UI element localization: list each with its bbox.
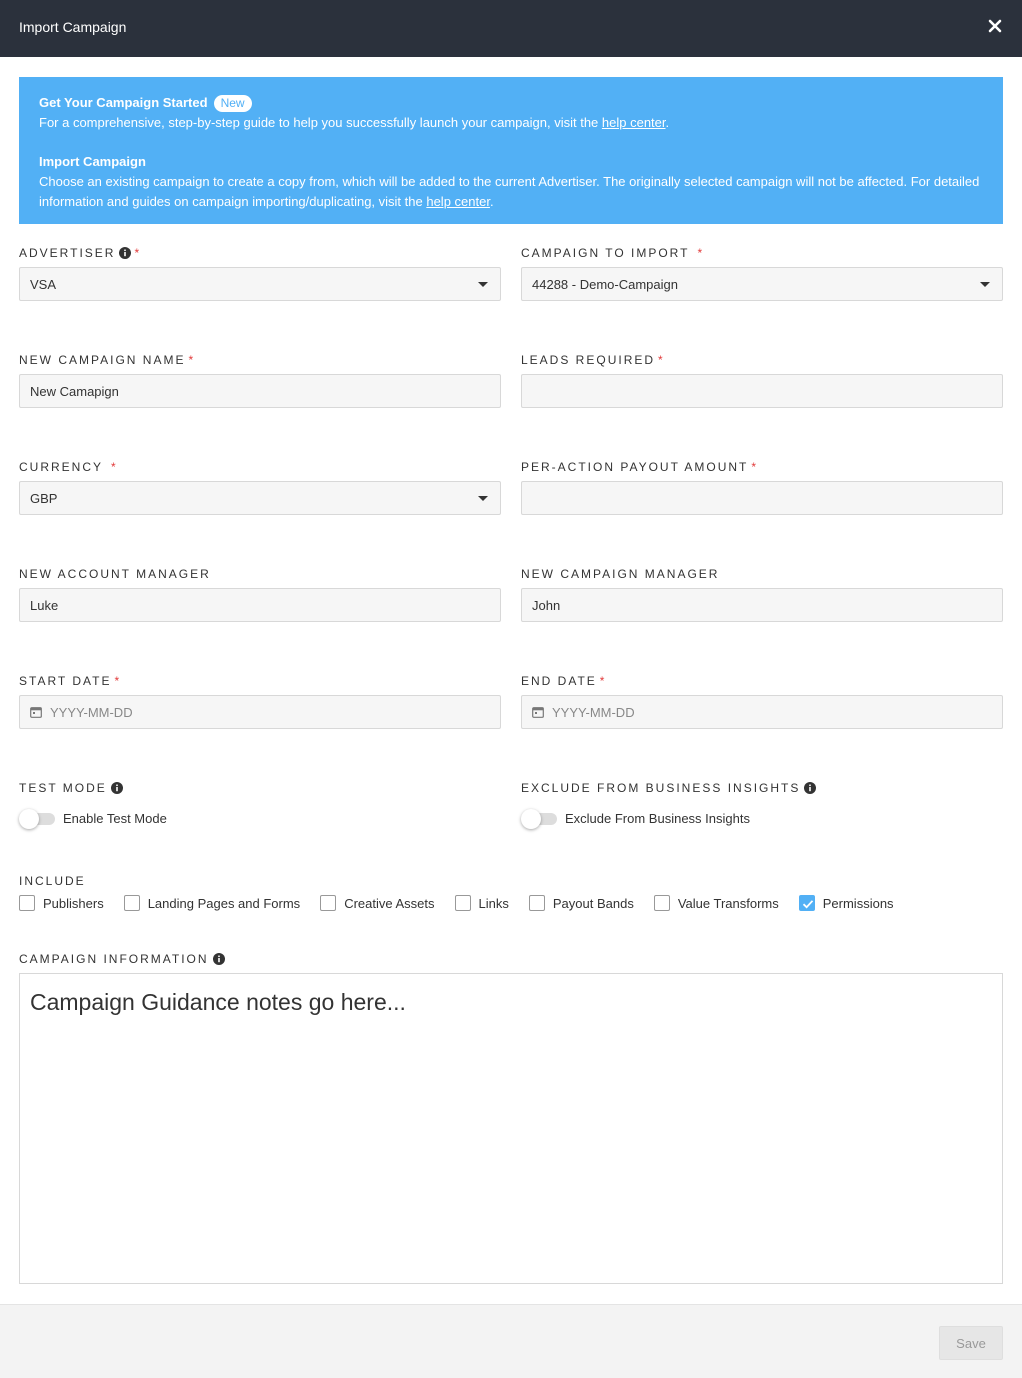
required-mark: * <box>658 353 663 367</box>
checkbox-box[interactable] <box>454 895 471 911</box>
calendar-icon <box>30 706 42 718</box>
banner-text-started: For a comprehensive, step-by-step guide … <box>39 115 670 130</box>
include-permissions-checkbox[interactable]: Permissions <box>798 895 894 911</box>
calendar-icon <box>532 706 544 718</box>
chevron-down-icon <box>478 496 488 501</box>
include-value-transforms-checkbox[interactable]: Value Transforms <box>653 895 779 911</box>
account-manager-input[interactable]: Luke <box>19 588 501 622</box>
exclude-insights-label: EXCLUDE FROM BUSINESS INSIGHTS <box>521 781 817 795</box>
leads-required-input[interactable] <box>521 374 1003 408</box>
new-campaign-name-input[interactable]: New Camapign <box>19 374 501 408</box>
required-mark: * <box>114 674 120 688</box>
account-manager-label: NEW ACCOUNT MANAGER <box>19 567 211 581</box>
new-campaign-name-label: NEW CAMPAIGN NAME * <box>19 353 194 367</box>
checkbox-box[interactable] <box>653 895 670 911</box>
advertiser-select[interactable]: VSA <box>19 267 501 301</box>
test-mode-toggle[interactable] <box>19 809 55 829</box>
save-button[interactable]: Save <box>939 1326 1003 1360</box>
start-date-label: START DATE * <box>19 674 120 688</box>
test-mode-label: TEST MODE <box>19 781 123 795</box>
banner-heading-import: Import Campaign <box>39 154 146 169</box>
exclude-insights-toggle[interactable] <box>521 809 557 829</box>
close-icon[interactable] <box>986 17 1004 35</box>
required-mark: * <box>134 246 140 260</box>
checkbox-box[interactable] <box>320 895 337 911</box>
include-publishers-checkbox[interactable]: Publishers <box>19 895 104 911</box>
include-landing-pages-checkbox[interactable]: Landing Pages and Forms <box>123 895 300 911</box>
new-badge: New <box>213 94 252 112</box>
info-icon[interactable] <box>119 247 132 259</box>
campaign-to-import-label: CAMPAIGN TO IMPORT * <box>521 246 703 260</box>
modal-footer: Save <box>0 1304 1022 1378</box>
checkbox-box[interactable] <box>528 895 545 911</box>
campaign-manager-label: NEW CAMPAIGN MANAGER <box>521 567 720 581</box>
exclude-insights-toggle-label: Exclude From Business Insights <box>565 811 750 826</box>
checkmark-icon <box>802 900 813 909</box>
banner-heading-started: Get Your Campaign Started New <box>39 93 983 113</box>
required-mark: * <box>188 353 194 367</box>
campaign-to-import-select[interactable]: 44288 - Demo-Campaign <box>521 267 1003 301</box>
required-mark: * <box>751 460 757 474</box>
currency-label: CURRENCY * <box>19 460 116 474</box>
include-creative-assets-checkbox[interactable]: Creative Assets <box>320 895 435 911</box>
chevron-down-icon <box>980 282 990 287</box>
currency-select[interactable]: GBP <box>19 481 501 515</box>
info-banner: Get Your Campaign Started New For a comp… <box>19 77 1003 224</box>
required-mark: * <box>697 246 703 260</box>
end-date-input[interactable]: YYYY-MM-DD <box>521 695 1003 729</box>
checkbox-box[interactable] <box>19 895 35 911</box>
required-mark: * <box>599 674 605 688</box>
help-center-link[interactable]: help center <box>602 115 666 130</box>
banner-text-import: Choose an existing campaign to create a … <box>39 174 980 209</box>
include-payout-bands-checkbox[interactable]: Payout Bands <box>528 895 634 911</box>
campaign-info-editor[interactable]: Campaign Guidance notes go here... <box>19 973 1003 1284</box>
campaign-manager-input[interactable]: John <box>521 588 1003 622</box>
info-icon[interactable] <box>804 782 817 794</box>
advertiser-label: ADVERTISER * <box>19 246 140 260</box>
checkbox-box[interactable] <box>798 895 815 911</box>
info-icon[interactable] <box>110 782 123 794</box>
info-icon[interactable] <box>212 953 225 965</box>
chevron-down-icon <box>478 282 488 287</box>
campaign-info-label: CAMPAIGN INFORMATION <box>19 952 225 966</box>
include-label: INCLUDE <box>19 874 86 888</box>
checkbox-box[interactable] <box>123 895 140 911</box>
start-date-input[interactable]: YYYY-MM-DD <box>19 695 501 729</box>
help-center-link[interactable]: help center <box>426 194 490 209</box>
end-date-label: END DATE * <box>521 674 605 688</box>
payout-amount-label: PER-ACTION PAYOUT AMOUNT * <box>521 460 757 474</box>
modal-title: Import Campaign <box>19 19 127 35</box>
leads-required-label: LEADS REQUIRED * <box>521 353 663 367</box>
include-checkbox-group: Publishers Landing Pages and Forms Creat… <box>19 895 914 911</box>
test-mode-toggle-label: Enable Test Mode <box>63 811 167 826</box>
include-links-checkbox[interactable]: Links <box>454 895 509 911</box>
payout-amount-input[interactable] <box>521 481 1003 515</box>
required-mark: * <box>111 460 116 474</box>
modal-header: Import Campaign <box>0 0 1022 57</box>
